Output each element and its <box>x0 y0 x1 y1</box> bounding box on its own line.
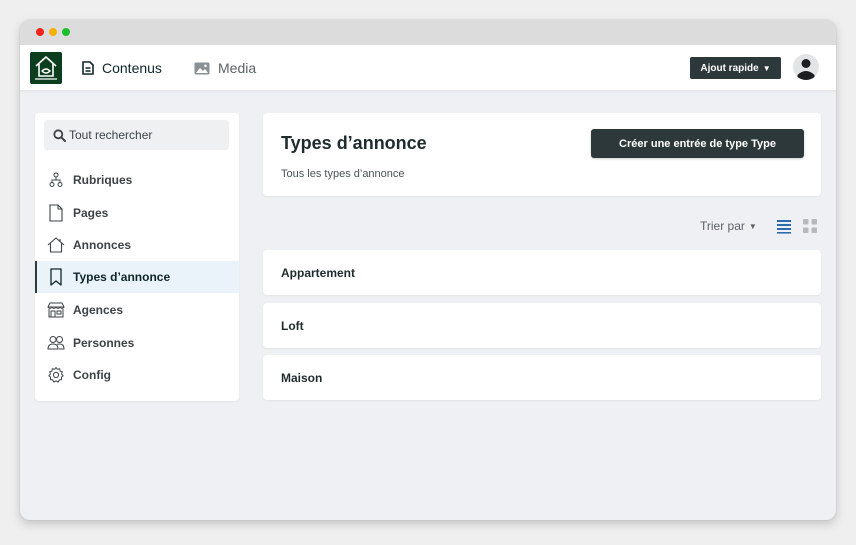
list-item[interactable]: Maison <box>263 355 821 400</box>
bookmark-icon <box>47 268 65 286</box>
sidebar-item-label: Personnes <box>73 336 135 350</box>
gear-icon <box>47 366 65 384</box>
sidebar-item-config[interactable]: Config <box>35 359 239 391</box>
sidebar-item-agences[interactable]: Agences <box>35 294 239 326</box>
quick-add-label: Ajout rapide <box>700 62 759 74</box>
image-icon <box>194 62 210 75</box>
maximize-window-button[interactable] <box>62 28 70 36</box>
app-window: Contenus Media Ajout rapide ▼ Tout reche… <box>20 20 836 520</box>
sort-label: Trier par <box>700 219 745 233</box>
sidebar-item-label: Config <box>73 368 111 382</box>
document-icon <box>82 61 94 75</box>
store-icon <box>47 301 65 319</box>
user-icon <box>797 59 815 80</box>
page-title: Types d’annonce <box>281 133 427 153</box>
search-input[interactable] <box>69 128 219 142</box>
minimize-window-button[interactable] <box>49 28 57 36</box>
nav-media[interactable]: Media <box>194 59 256 77</box>
house-logo-icon <box>35 56 57 80</box>
nav-contenus[interactable]: Contenus <box>82 59 162 77</box>
top-navigation: Contenus Media Ajout rapide ▼ <box>20 45 836 91</box>
sort-dropdown[interactable]: Trier par ▼ <box>700 219 757 233</box>
caret-down-icon: ▼ <box>762 63 771 73</box>
sidebar-item-label: Agences <box>73 303 124 317</box>
sidebar-item-label: Rubriques <box>73 173 133 187</box>
grid-view-icon[interactable] <box>802 218 818 234</box>
sidebar-item-pages[interactable]: Pages <box>35 197 239 229</box>
nav-contenus-label: Contenus <box>102 60 162 76</box>
close-window-button[interactable] <box>36 28 44 36</box>
sidebar-item-label: Annonces <box>73 238 132 252</box>
sidebar-item-types-annonce[interactable]: Types d’annonce <box>35 261 239 293</box>
sidebar-item-label: Types d’annonce <box>73 270 171 284</box>
nav-media-label: Media <box>218 60 257 76</box>
create-entry-button[interactable]: Créer une entrée de type Type <box>591 129 804 158</box>
list-item[interactable]: Appartement <box>263 250 821 295</box>
list-view-icon[interactable] <box>776 218 792 234</box>
page-header-card: Types d’annonce Tous les types d’annonce… <box>263 113 821 196</box>
sidebar-item-personnes[interactable]: Personnes <box>35 327 239 359</box>
people-icon <box>47 334 65 352</box>
sidebar: Rubriques Pages Annonces <box>35 113 239 401</box>
sidebar-item-rubriques[interactable]: Rubriques <box>35 164 239 196</box>
quick-add-button[interactable]: Ajout rapide ▼ <box>690 57 781 79</box>
hierarchy-icon <box>47 171 65 189</box>
window-titlebar <box>20 20 836 45</box>
sidebar-item-annonces[interactable]: Annonces <box>35 229 239 261</box>
house-icon <box>47 236 65 254</box>
list-item[interactable]: Loft <box>263 303 821 348</box>
search-icon <box>53 128 66 142</box>
page-subtitle: Tous les types d’annonce <box>281 168 405 180</box>
page-icon <box>47 204 65 222</box>
sidebar-item-label: Pages <box>73 206 109 220</box>
user-avatar[interactable] <box>793 54 819 80</box>
app-logo[interactable] <box>30 52 62 84</box>
caret-down-icon: ▼ <box>748 221 757 231</box>
sidebar-search[interactable] <box>44 120 229 150</box>
